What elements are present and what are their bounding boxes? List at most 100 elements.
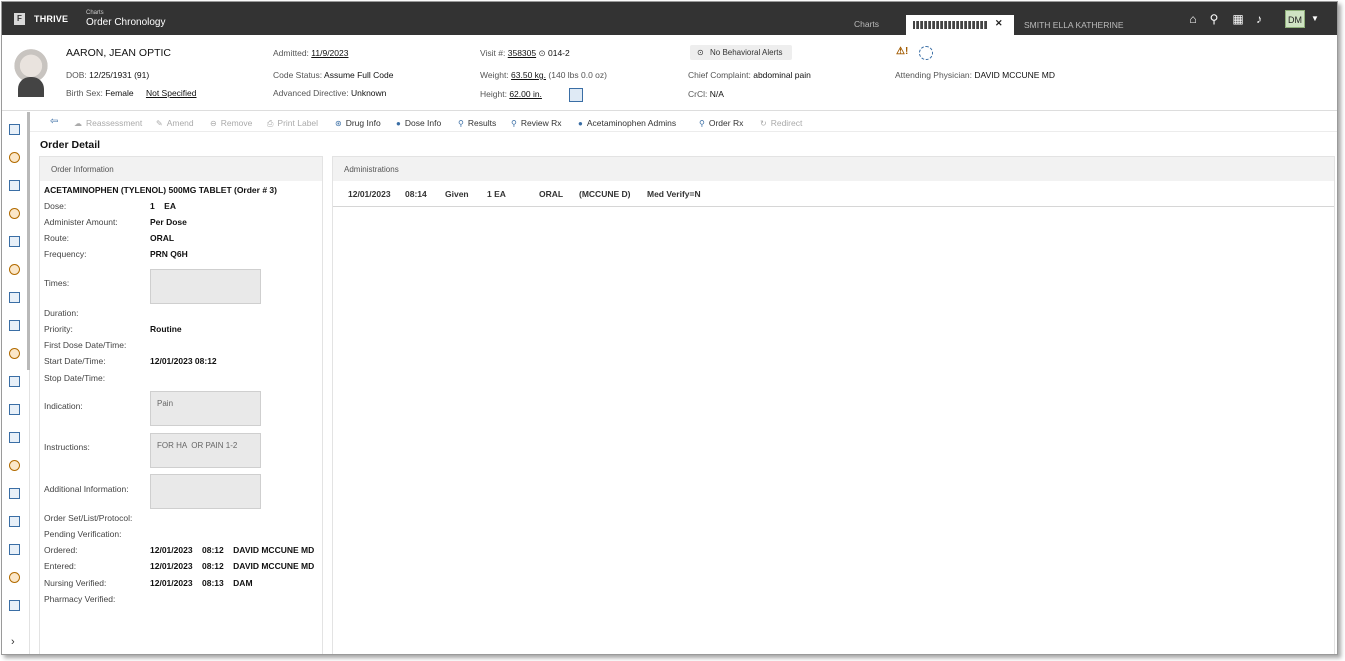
assign-icon[interactable] (8, 487, 20, 499)
reassessment-button[interactable]: ☁ Reassessment (74, 118, 142, 128)
start-label: Start Date/Time: (44, 356, 106, 366)
pen-icon[interactable] (8, 319, 20, 331)
report-icon[interactable] (8, 431, 20, 443)
acetaminophen-admins-label: Acetaminophen Admins (586, 118, 677, 128)
drug-info-button[interactable]: ⊛ Drug Info (335, 118, 381, 128)
advanced-directive-value: Unknown (350, 88, 387, 98)
visit-label: Visit #: (480, 48, 506, 58)
notes-icon[interactable] (8, 151, 20, 163)
gender-link[interactable]: Not Specified (146, 88, 197, 98)
order-information-header: Order Information (40, 157, 322, 181)
duration-label: Duration: (44, 308, 79, 318)
behavioral-alerts-button[interactable]: ⊙ No Behavioral Alerts (690, 45, 792, 60)
meds-icon[interactable] (8, 207, 20, 219)
weight-value[interactable]: 63.50 kg. (511, 70, 546, 80)
expand-rail-icon[interactable]: › (11, 636, 15, 648)
person-icon[interactable] (8, 459, 20, 471)
apps-grid-icon[interactable]: ▦ (1231, 12, 1245, 26)
instructions-label: Instructions: (44, 442, 90, 452)
thrive-logo: F (14, 13, 25, 25)
advanced-directive-label: Advanced Directive: (273, 88, 349, 98)
times-field[interactable] (150, 269, 261, 304)
close-tab-icon[interactable]: ✕ (995, 18, 1003, 29)
administration-row[interactable]: 12/01/2023 08:14 Given 1 EA ORAL (MCCUNE… (333, 187, 1334, 207)
entered-label: Entered: (44, 561, 77, 571)
review-magnifier-icon: ⚲ (511, 119, 517, 128)
dose-label: Dose: (44, 201, 67, 211)
birth-sex-row: Birth Sex: Female Not Specified (66, 88, 197, 98)
patient-name: AARON, JEAN OPTIC (66, 47, 172, 59)
acetaminophen-admins-button[interactable]: ● Acetaminophen Admins (578, 118, 676, 128)
age-value: (91) (134, 70, 150, 80)
nursing-verified-label: Nursing Verified: (44, 578, 107, 588)
drops-icon[interactable] (8, 375, 20, 387)
database-icon[interactable] (8, 599, 20, 611)
redirect-button[interactable]: ↻ Redirect (760, 118, 802, 128)
search-icon[interactable]: ⚲ (1207, 12, 1221, 26)
remove-button[interactable]: ⊖ Remove (210, 118, 252, 128)
pill-icon: ● (578, 119, 583, 128)
page-title: Order Chronology (86, 17, 166, 28)
additional-info-field[interactable] (150, 474, 261, 509)
drug-info-icon: ⊛ (335, 119, 342, 128)
order-rx-label: Order Rx (708, 118, 744, 128)
print-label-label: Print Label (277, 118, 319, 128)
tag-icon[interactable] (8, 543, 20, 555)
print-label-button[interactable]: ⎙ Print Label (267, 118, 318, 129)
order-set-label: Order Set/List/Protocol: (44, 513, 133, 523)
admin-verify: Med Verify=N (647, 189, 701, 199)
admitted-label: Admitted: (273, 48, 309, 58)
allergy-warning-icon[interactable]: ⚠! (896, 46, 908, 57)
first-dose-label: First Dose Date/Time: (44, 340, 127, 350)
back-arrow-icon[interactable]: ⇦ (50, 116, 58, 127)
home-icon[interactable]: ⌂ (1186, 12, 1200, 26)
frequency-label: Frequency: (44, 249, 87, 259)
chevron-down-icon[interactable]: ▼ (1311, 14, 1319, 23)
order-rx-button[interactable]: ⚲ Order Rx (699, 118, 743, 128)
orders-icon[interactable] (8, 179, 20, 191)
indication-field[interactable]: Pain (150, 391, 261, 426)
results-icon[interactable] (8, 235, 20, 247)
rail-scrollbar[interactable] (27, 112, 30, 370)
pending-verification-label: Pending Verification: (44, 529, 122, 539)
care-plan-icon[interactable] (8, 347, 20, 359)
amend-button[interactable]: ✎ Amend (156, 118, 194, 128)
charts-tab[interactable]: Charts (854, 19, 879, 29)
dose-info-button[interactable]: ● Dose Info (396, 118, 441, 128)
forms-icon[interactable] (8, 403, 20, 415)
patient-banner: AARON, JEAN OPTIC DOB: 12/25/1931 (91) B… (2, 35, 1337, 111)
weight-alt-value: (140 lbs 0.0 oz) (548, 70, 607, 80)
app-name: THRIVE (34, 14, 69, 24)
start-value: 12/01/2023 08:12 (150, 356, 217, 366)
admin-amount-label: Administer Amount: (44, 217, 118, 227)
breadcrumb-parent[interactable]: Charts (86, 10, 104, 16)
bell-icon[interactable]: ♪ (1252, 12, 1266, 26)
admin-time: 08:14 (405, 189, 427, 199)
instructions-field[interactable]: FOR HA OR PAIN 1-2 (150, 433, 261, 468)
stop-label: Stop Date/Time: (44, 373, 106, 383)
history-icon[interactable] (8, 571, 20, 583)
summary-icon[interactable] (8, 123, 20, 135)
chief-complaint-label: Chief Complaint: (688, 70, 751, 80)
printer-icon: ⎙ (267, 119, 274, 128)
badge-icon[interactable] (919, 46, 933, 60)
height-value[interactable]: 62.00 in. (509, 89, 542, 99)
id-card-icon[interactable] (8, 515, 20, 527)
measurement-icon[interactable] (569, 88, 583, 102)
birth-sex-value: Female (105, 88, 134, 98)
order-information-panel: Order Information ACETAMINOPHEN (TYLENOL… (39, 156, 323, 654)
patient-tab[interactable]: SMITH ELLA KATHERINE (1024, 20, 1124, 30)
nursing-verified-value: 12/01/2023 08:13 DAM (150, 578, 253, 588)
admitted-value[interactable]: 11/9/2023 (311, 48, 348, 58)
vitals-icon[interactable] (8, 263, 20, 275)
advanced-directive-row: Advanced Directive: Unknown (273, 88, 386, 98)
results-magnifier-icon: ⚲ (458, 119, 464, 128)
visit-value[interactable]: 358305 (508, 48, 536, 58)
user-avatar[interactable]: DM (1285, 10, 1305, 28)
active-patient-tab[interactable]: ✕ (906, 15, 1014, 36)
results-button[interactable]: ⚲ Results (458, 118, 496, 128)
documents-icon[interactable] (8, 291, 20, 303)
review-rx-label: Review Rx (520, 118, 562, 128)
review-rx-button[interactable]: ⚲ Review Rx (511, 118, 561, 128)
room-value: 014-2 (547, 48, 570, 58)
